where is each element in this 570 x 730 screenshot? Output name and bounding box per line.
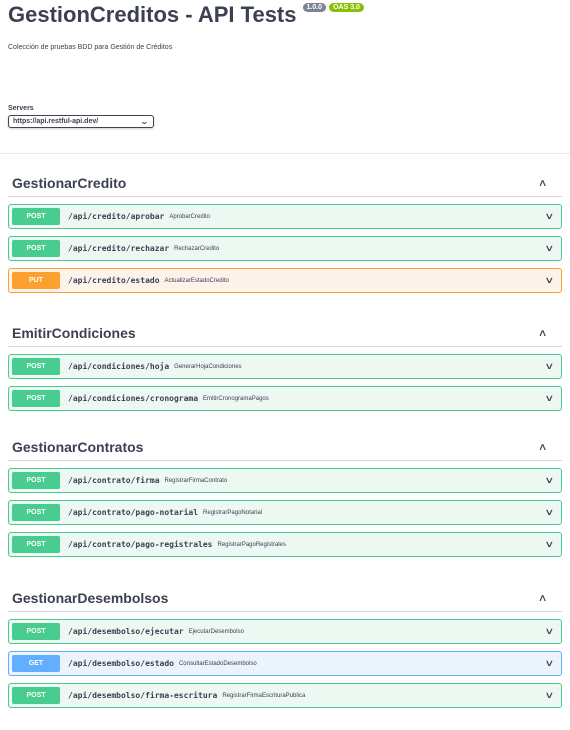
chevron-down-icon[interactable]: ∨ bbox=[545, 507, 555, 518]
chevron-up-icon[interactable]: ∧ bbox=[538, 442, 548, 453]
chevron-down-icon[interactable]: ∨ bbox=[545, 626, 555, 637]
operation-path: /api/credito/rechazar bbox=[68, 244, 170, 253]
tag-header[interactable]: GestionarContratos ∧ bbox=[8, 434, 562, 461]
tag-section: GestionarDesembolsos ∧ POST/api/desembolso… bbox=[8, 585, 562, 708]
operation-summary: ConsultarEstadoDesembolso bbox=[178, 660, 257, 667]
tag-section: GestionarCredito ∧ POST/api/credito/aproba… bbox=[8, 170, 562, 293]
chevron-up-icon[interactable]: ∧ bbox=[538, 593, 548, 604]
operation-path: /api/contrato/pago-registrales bbox=[68, 540, 213, 549]
divider bbox=[0, 153, 570, 154]
operation-summary: ActualizarEstadoCredito bbox=[164, 277, 229, 284]
tag-name: GestionarCredito bbox=[12, 175, 127, 191]
tag-section: EmitirCondiciones ∧ POST/api/condiciones/h… bbox=[8, 320, 562, 411]
title-row: GestionCreditos - API Tests 1.0.0 OAS 3.… bbox=[8, 0, 562, 30]
operation-row[interactable]: POST/api/condiciones/cronograma EmitirCro… bbox=[8, 386, 562, 411]
operation-path: /api/desembolso/estado bbox=[68, 659, 174, 668]
page-title: GestionCreditos - API Tests bbox=[8, 2, 297, 27]
chevron-up-icon[interactable]: ∧ bbox=[538, 178, 548, 189]
servers-block: Servers https://api.restful-api.dev/ ⌄ bbox=[8, 105, 154, 128]
chevron-down-icon[interactable]: ∨ bbox=[545, 658, 555, 669]
server-select-value: https://api.restful-api.dev/ bbox=[13, 118, 99, 125]
tag-name: GestionarDesembolsos bbox=[12, 590, 169, 606]
operation-path: /api/contrato/pago-notarial bbox=[68, 508, 199, 517]
operation-summary: AprobarCredito bbox=[169, 213, 211, 220]
operation-summary: RegistrarPagoNotarial bbox=[203, 509, 263, 516]
operation-row[interactable]: POST/api/contrato/pago-registrales Regist… bbox=[8, 532, 562, 557]
operation-summary: RegistrarPagoRegistrales bbox=[217, 541, 286, 548]
method-badge: POST bbox=[12, 208, 60, 225]
method-badge: PUT bbox=[12, 272, 60, 289]
method-badge: POST bbox=[12, 472, 60, 489]
servers-label: Servers bbox=[8, 105, 34, 112]
operation-path: /api/credito/estado bbox=[68, 276, 160, 285]
chevron-down-icon[interactable]: ∨ bbox=[545, 690, 555, 701]
method-badge: POST bbox=[12, 536, 60, 553]
operation-path: /api/desembolso/firma-escritura bbox=[68, 691, 218, 700]
operation-summary: RegistrarFirmaContrato bbox=[164, 477, 228, 484]
chevron-down-icon[interactable]: ∨ bbox=[545, 275, 555, 286]
operation-row[interactable]: POST/api/desembolso/ejecutar EjecutarDese… bbox=[8, 619, 562, 644]
operation-path: /api/condiciones/hoja bbox=[68, 362, 170, 371]
method-badge: POST bbox=[12, 623, 60, 640]
operation-summary: RechazarCredito bbox=[174, 245, 220, 252]
operation-path: /api/condiciones/cronograma bbox=[68, 394, 199, 403]
api-description: Colección de pruebas BDD para Gestión de… bbox=[8, 44, 173, 51]
operation-path: /api/contrato/firma bbox=[68, 476, 160, 485]
chevron-down-icon[interactable]: ∨ bbox=[545, 243, 555, 254]
tag-name: EmitirCondiciones bbox=[12, 325, 136, 341]
operation-row[interactable]: POST/api/credito/rechazar RechazarCredito… bbox=[8, 236, 562, 261]
chevron-down-icon: ⌄ bbox=[139, 117, 150, 126]
method-badge: GET bbox=[12, 655, 60, 672]
operation-summary: EmitirCronogramaPagos bbox=[203, 395, 269, 402]
method-badge: POST bbox=[12, 390, 60, 407]
operation-summary: RegistrarFirmaEscrituraPublica bbox=[222, 692, 306, 699]
chevron-down-icon[interactable]: ∨ bbox=[545, 475, 555, 486]
chevron-down-icon[interactable]: ∨ bbox=[545, 211, 555, 222]
operation-row[interactable]: POST/api/condiciones/hoja GenerarHojaCond… bbox=[8, 354, 562, 379]
method-badge: POST bbox=[12, 687, 60, 704]
chevron-down-icon[interactable]: ∨ bbox=[545, 393, 555, 404]
chevron-down-icon[interactable]: ∨ bbox=[545, 361, 555, 372]
operation-path: /api/credito/aprobar bbox=[68, 212, 165, 221]
operation-row[interactable]: POST/api/contrato/pago-notarial Registrar… bbox=[8, 500, 562, 525]
operation-row[interactable]: POST/api/contrato/firma RegistrarFirmaCon… bbox=[8, 468, 562, 493]
tag-header[interactable]: GestionarDesembolsos ∧ bbox=[8, 585, 562, 612]
tag-section: GestionarContratos ∧ POST/api/contrato/fir… bbox=[8, 434, 562, 557]
operation-summary: GenerarHojaCondiciones bbox=[174, 363, 242, 370]
tag-header[interactable]: GestionarCredito ∧ bbox=[8, 170, 562, 197]
operation-path: /api/desembolso/ejecutar bbox=[68, 627, 184, 636]
operation-row[interactable]: GET/api/desembolso/estado ConsultarEstado… bbox=[8, 651, 562, 676]
method-badge: POST bbox=[12, 504, 60, 521]
tag-name: GestionarContratos bbox=[12, 439, 144, 455]
method-badge: POST bbox=[12, 240, 60, 257]
server-select[interactable]: https://api.restful-api.dev/ ⌄ bbox=[8, 115, 154, 128]
chevron-down-icon[interactable]: ∨ bbox=[545, 539, 555, 550]
operation-row[interactable]: POST/api/desembolso/firma-escritura Regis… bbox=[8, 683, 562, 708]
oas-badge: OAS 3.0 bbox=[329, 2, 364, 12]
operation-row[interactable]: POST/api/credito/aprobar AprobarCredito ∨ bbox=[8, 204, 562, 229]
operation-summary: EjecutarDesembolso bbox=[188, 628, 244, 635]
api-info: GestionCreditos - API Tests 1.0.0 OAS 3.… bbox=[8, 0, 562, 51]
operation-row[interactable]: PUT/api/credito/estado ActualizarEstadoCr… bbox=[8, 268, 562, 293]
version-badge: 1.0.0 bbox=[302, 2, 327, 12]
chevron-up-icon[interactable]: ∧ bbox=[538, 328, 548, 339]
tag-header[interactable]: EmitirCondiciones ∧ bbox=[8, 320, 562, 347]
method-badge: POST bbox=[12, 358, 60, 375]
